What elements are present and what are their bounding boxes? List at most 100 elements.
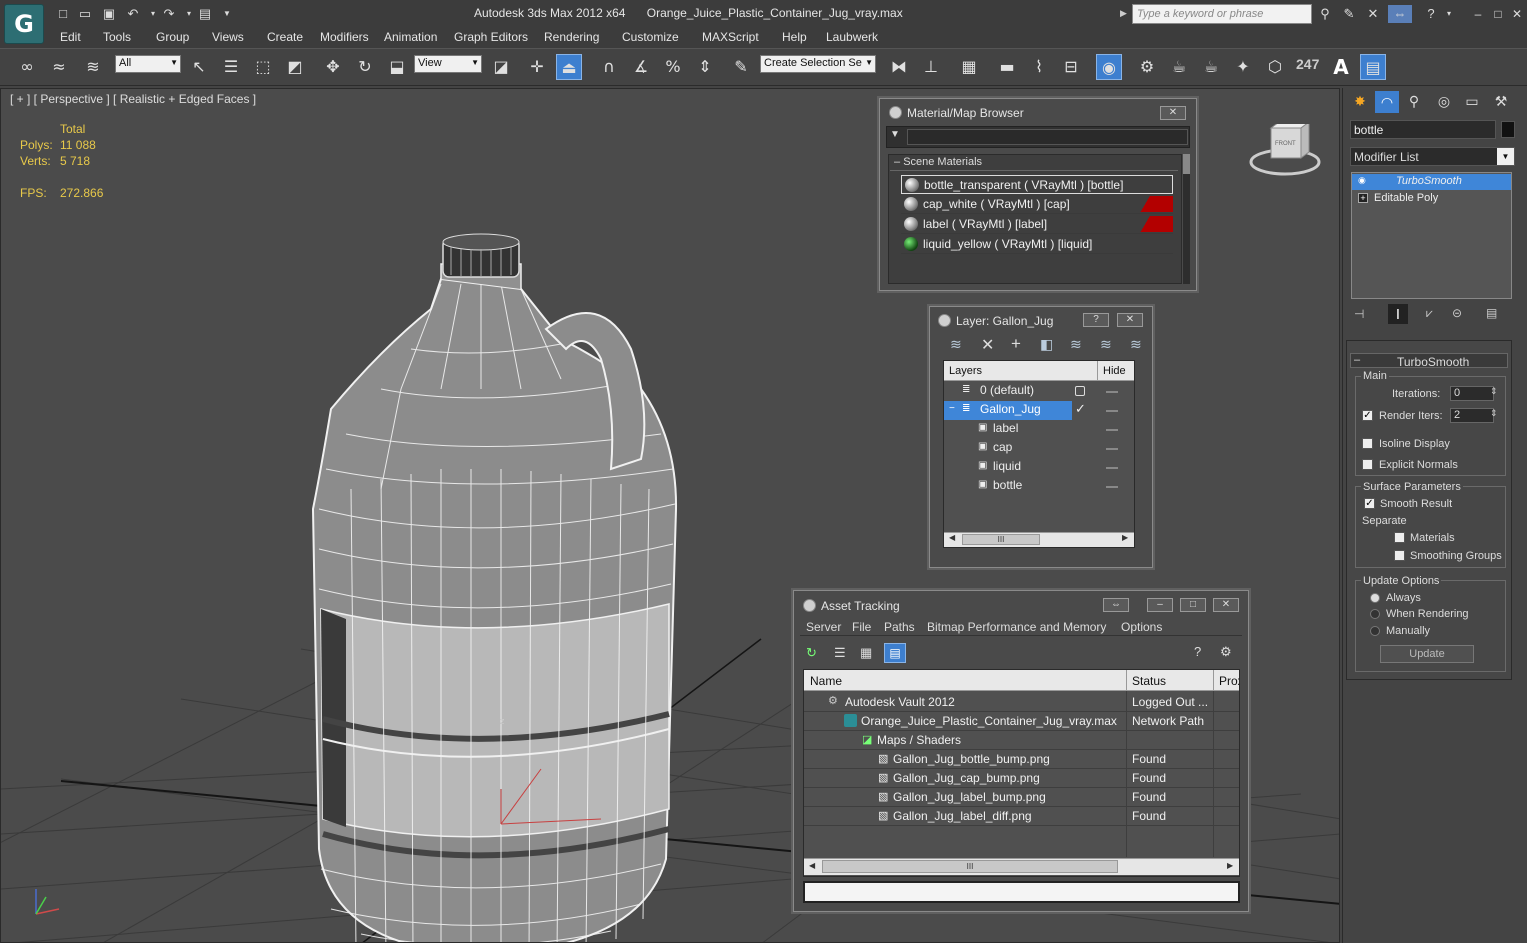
asset-close-button[interactable]: ✕ [1213, 598, 1239, 612]
select-object-icon[interactable]: ↖ [186, 54, 212, 80]
layer-help-button[interactable]: ? [1083, 313, 1109, 327]
new-file-icon[interactable]: □ [54, 5, 72, 23]
asset-row[interactable]: ▧ Gallon_Jug_label_bump.png Found [804, 788, 1239, 807]
asset-row[interactable]: ⚙ Autodesk Vault 2012 Logged Out ... [804, 693, 1239, 712]
layers-column-header[interactable]: Layers [949, 365, 982, 377]
named-selection-set-dropdown[interactable]: Create Selection Se [760, 55, 876, 73]
display-tab-icon[interactable]: ▭ [1461, 93, 1483, 113]
stack-item-editable-poly[interactable]: + Editable Poly [1352, 191, 1511, 207]
reference-coordinate-dropdown[interactable]: View [414, 55, 482, 73]
utilities-tab-icon[interactable]: ⚒ [1490, 93, 1512, 113]
update-always-radio[interactable] [1370, 593, 1380, 603]
select-by-name-icon[interactable]: ☰ [218, 54, 244, 80]
select-and-link-icon[interactable]: ∞ [14, 54, 40, 80]
isoline-display-checkbox[interactable] [1362, 438, 1373, 449]
counter-button[interactable]: 247 [1296, 56, 1319, 72]
iterations-spinner[interactable]: 0 [1450, 386, 1494, 401]
hierarchy-tab-icon[interactable]: ⚲ [1403, 93, 1425, 113]
edit-named-selection-icon[interactable]: ✎ [728, 54, 754, 80]
hide-toggle[interactable] [1106, 486, 1118, 488]
layer-manager-icon[interactable]: ▦ [956, 54, 982, 80]
menu-create[interactable]: Create [267, 30, 303, 44]
menu-rendering[interactable]: Rendering [544, 30, 599, 44]
hide-toggle[interactable] [1106, 429, 1118, 431]
help-dropdown-icon[interactable]: ▾ [1440, 5, 1458, 23]
percent-snap-icon[interactable]: % [660, 54, 686, 80]
render-iterative-icon[interactable]: ✦ [1230, 54, 1256, 80]
modifier-list-dropdown[interactable]: Modifier List [1350, 147, 1515, 166]
save-icon[interactable]: ▣ [100, 5, 118, 23]
pin-stack-icon[interactable]: ⊣ [1354, 307, 1364, 321]
object-name-field[interactable]: bottle [1350, 120, 1496, 139]
select-manipulate-icon[interactable]: ✛ [524, 54, 550, 80]
rendered-frame-window-icon[interactable]: ☕ [1166, 54, 1192, 80]
menu-edit[interactable]: Edit [60, 30, 81, 44]
favorites-icon[interactable]: ⇔ [1388, 5, 1412, 23]
minimize-icon[interactable]: – [1468, 5, 1488, 23]
asset-menu-file[interactable]: File [852, 620, 871, 634]
asset-help-icon[interactable]: ? [1194, 644, 1201, 659]
asset-row[interactable]: ▧ Gallon_Jug_label_diff.png Found [804, 807, 1239, 826]
table-view-icon[interactable]: ▤ [884, 643, 906, 663]
stack-item-turbosmooth[interactable]: ◉ TurboSmooth [1352, 174, 1511, 190]
create-tab-icon[interactable]: ✸ [1349, 93, 1371, 113]
schematic-view-icon[interactable]: ⊟ [1058, 54, 1084, 80]
hide-toggle[interactable] [1106, 448, 1118, 450]
scroll-right-icon[interactable]: ▶ [1122, 533, 1128, 542]
asset-path-field[interactable] [803, 881, 1240, 903]
search-input[interactable]: Type a keyword or phrase [1132, 4, 1312, 24]
list-view-icon[interactable]: ☰ [834, 645, 846, 661]
scroll-left-icon[interactable]: ◀ [809, 861, 815, 870]
asset-menu-options[interactable]: Options [1121, 620, 1162, 634]
jug-model[interactable] [311, 233, 678, 943]
layer-row[interactable]: ≣ 0 (default) [944, 382, 1134, 401]
curve-editor-icon[interactable]: ⌇ [1026, 54, 1052, 80]
material-editor-icon[interactable]: ◉ [1096, 54, 1122, 80]
snaps-toggle-icon[interactable]: ∩ [596, 54, 622, 80]
text-tool-icon[interactable]: A [1328, 54, 1354, 80]
asset-menu-server[interactable]: Server [806, 620, 841, 634]
project-folder-icon[interactable]: ▤ [196, 5, 214, 23]
undo-icon[interactable]: ↶ [124, 5, 142, 23]
subscription-icon[interactable]: ✎ [1340, 5, 1358, 23]
show-end-result-icon[interactable]: Ⅰ [1388, 304, 1408, 324]
bind-space-warp-icon[interactable]: ≋ [80, 54, 106, 80]
move-icon[interactable]: ✥ [320, 54, 346, 80]
prox-column-header[interactable]: Prox [1219, 674, 1239, 688]
hide-column-header[interactable]: Hide [1103, 365, 1126, 377]
update-manually-radio[interactable] [1370, 626, 1380, 636]
menu-modifiers[interactable]: Modifiers [320, 30, 369, 44]
graphite-tools-icon[interactable]: ▬ [994, 54, 1020, 80]
hide-toggle[interactable] [1106, 391, 1118, 393]
unlink-icon[interactable]: ≈ [46, 54, 72, 80]
menu-animation[interactable]: Animation [384, 30, 437, 44]
asset-row[interactable]: ◪ Maps / Shaders [804, 731, 1239, 750]
expand-icon[interactable]: + [1358, 193, 1368, 203]
asset-row[interactable]: ▧ Gallon_Jug_bottle_bump.png Found [804, 750, 1239, 769]
asset-dock-button[interactable]: ⇔ [1103, 598, 1129, 612]
layer-row[interactable]: ▣ cap [944, 439, 1134, 458]
search-expand-icon[interactable]: ▶ [1120, 8, 1127, 19]
freeze-all-layers-icon[interactable]: ≋ [1130, 336, 1142, 353]
asset-row[interactable]: ▧ Gallon_Jug_cap_bump.png Found [804, 769, 1239, 788]
redo-icon[interactable]: ↷ [160, 5, 178, 23]
hide-toggle[interactable] [1106, 467, 1118, 469]
current-layer-check-icon[interactable]: ✓ [1075, 401, 1086, 417]
material-item[interactable]: cap_white ( VRayMtl ) [cap] [901, 195, 1173, 214]
separate-materials-checkbox[interactable] [1394, 532, 1405, 543]
render-production-icon[interactable]: ☕ [1198, 54, 1224, 80]
menu-customize[interactable]: Customize [622, 30, 679, 44]
menu-tools[interactable]: Tools [103, 30, 131, 44]
open-file-icon[interactable]: ▭ [76, 5, 94, 23]
communication-center-icon[interactable]: ✕ [1364, 5, 1382, 23]
menu-views[interactable]: Views [212, 30, 244, 44]
menu-graph-editors[interactable]: Graph Editors [454, 30, 528, 44]
layer-row[interactable]: ▣ liquid [944, 458, 1134, 477]
select-objects-in-layer-icon[interactable]: ◧ [1040, 336, 1053, 353]
bulb-icon[interactable]: ◉ [1358, 175, 1366, 186]
render-iters-spinner[interactable]: 2 [1450, 408, 1494, 423]
render-setup-icon[interactable]: ⚙ [1134, 54, 1160, 80]
box-object-icon[interactable]: ⬡ [1262, 54, 1288, 80]
viewport-label[interactable]: [ + ] [ Perspective ] [ Realistic + Edge… [10, 92, 256, 106]
maximize-icon[interactable]: □ [1488, 5, 1508, 23]
